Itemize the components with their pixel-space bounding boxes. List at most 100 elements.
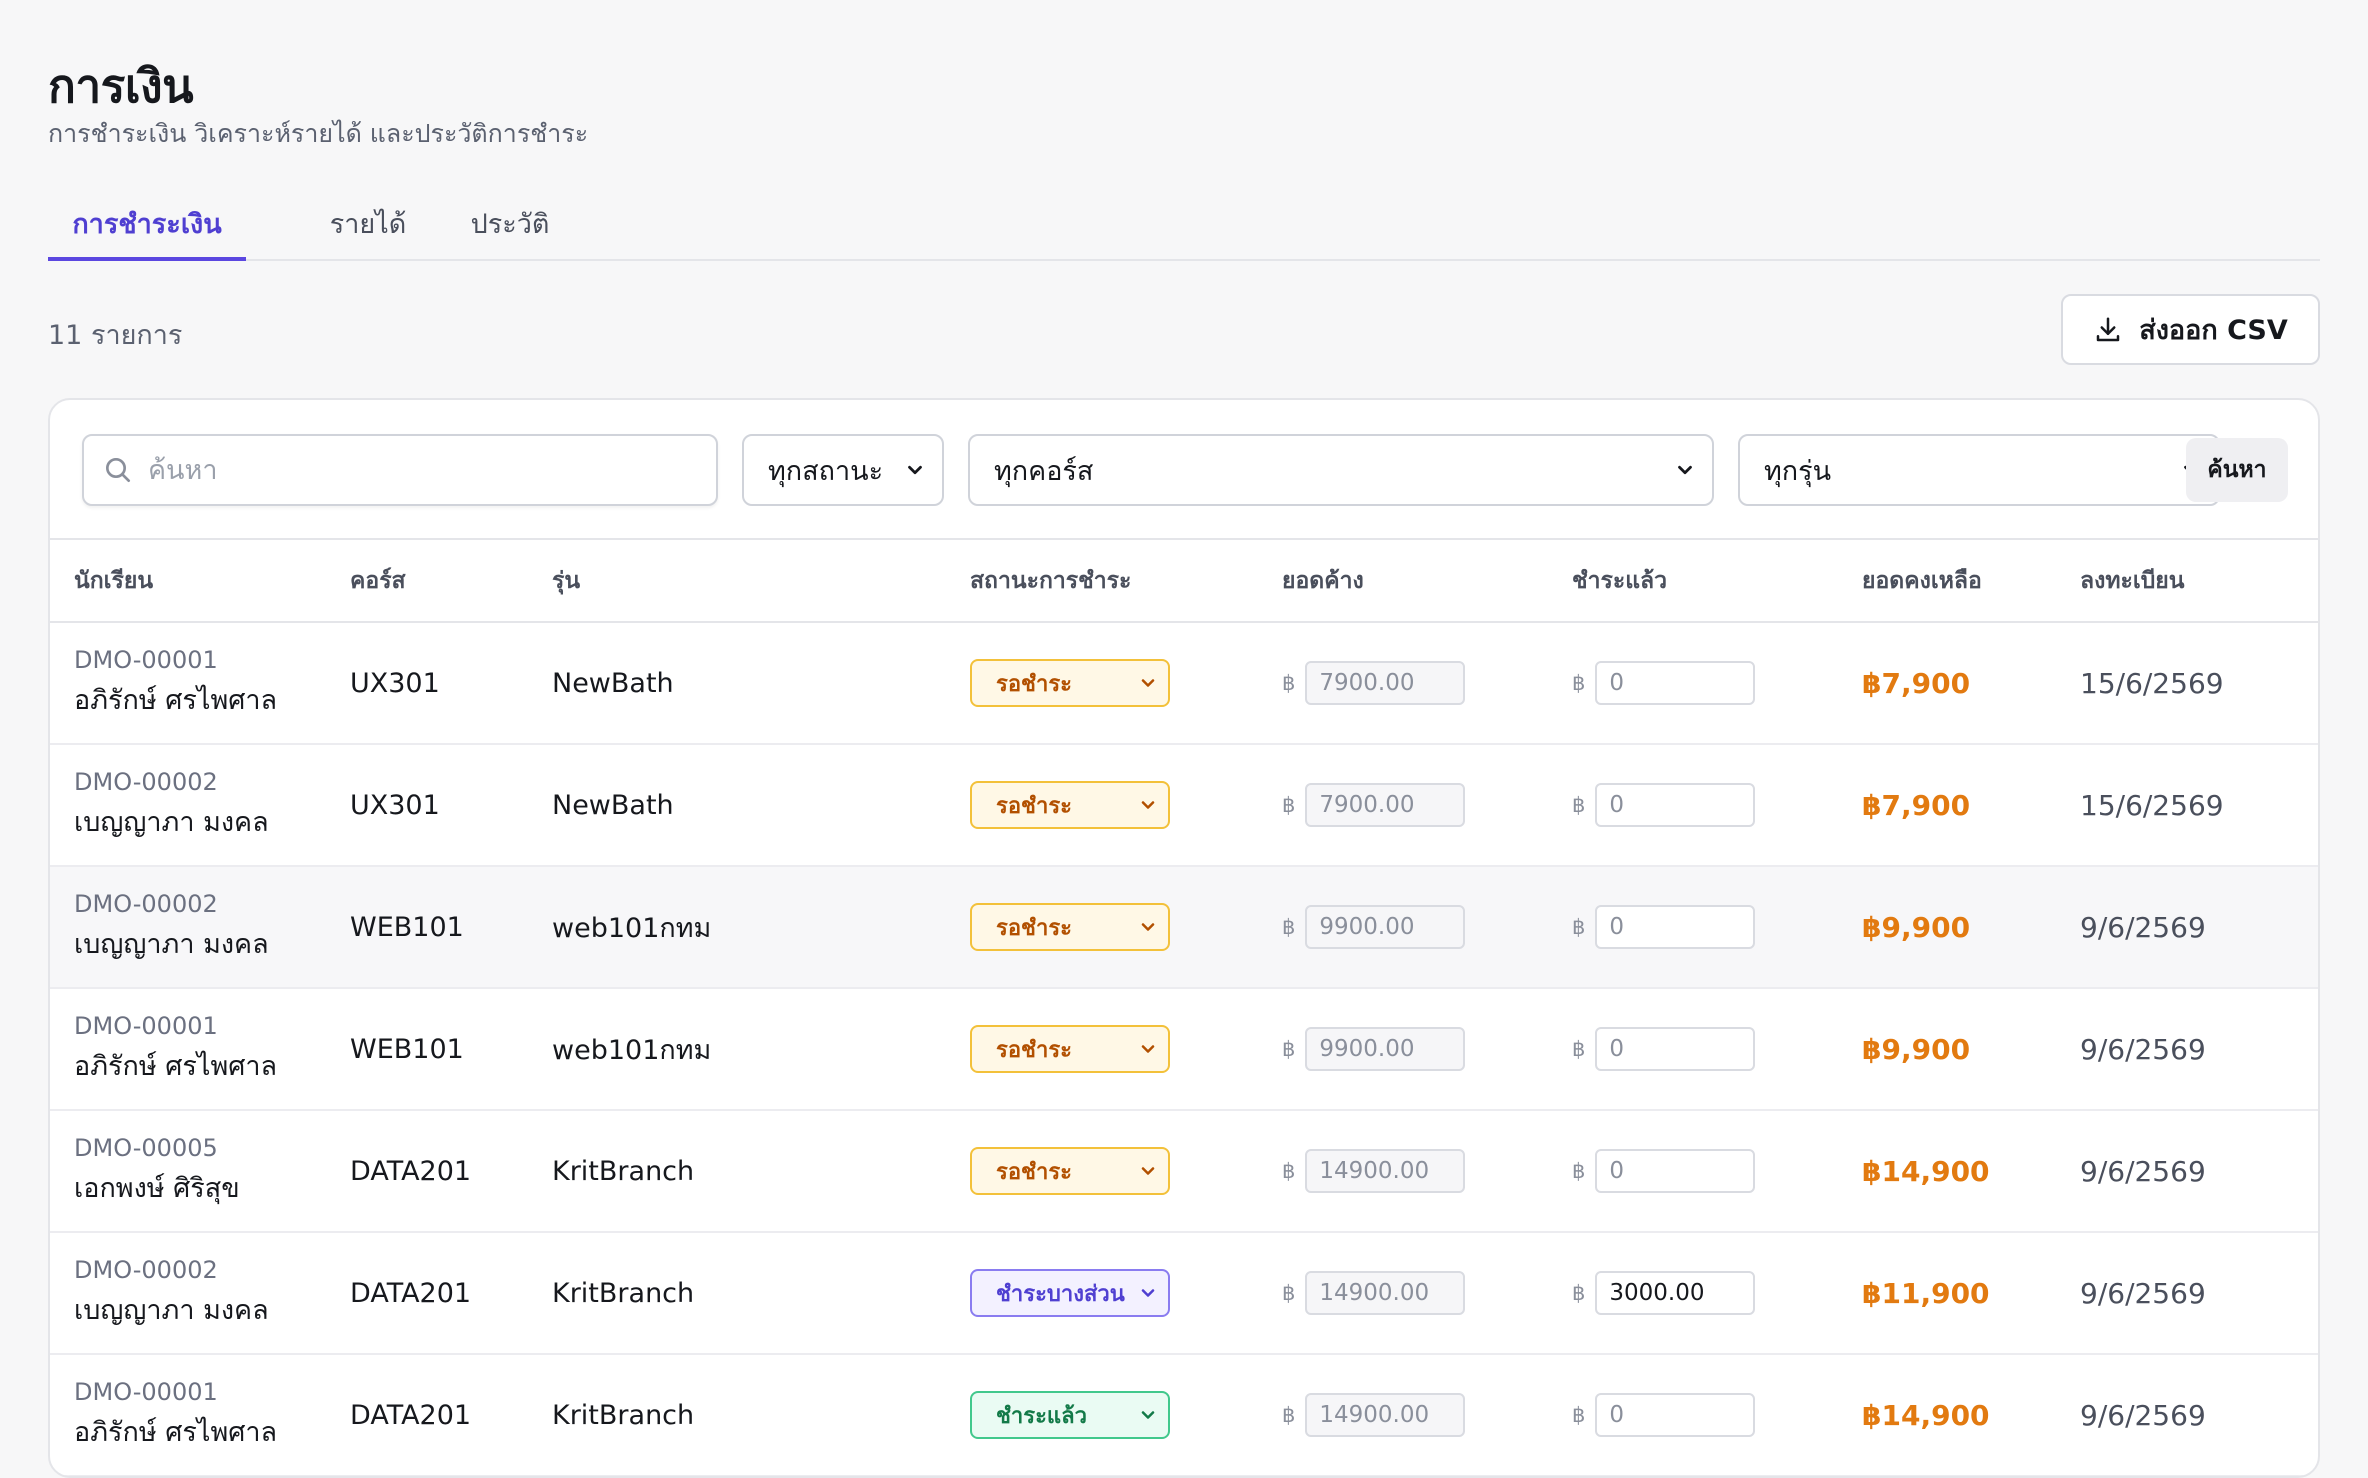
due-cell: ฿ 9900.00 bbox=[1282, 988, 1572, 1110]
student-cell: DMO-00001 อภิรักษ์ ศรไพศาล bbox=[50, 622, 350, 744]
chevron-down-icon bbox=[1141, 1045, 1155, 1053]
due-amount-field[interactable]: 14900.00 bbox=[1305, 1149, 1466, 1193]
export-csv-label: ส่งออก CSV bbox=[2139, 315, 2288, 346]
tab-history[interactable]: ประวัติ bbox=[420, 186, 600, 261]
due-amount-field[interactable]: 9900.00 bbox=[1305, 1027, 1466, 1071]
export-csv-button[interactable]: ส่งออก CSV bbox=[2061, 294, 2320, 365]
table-row[interactable]: DMO-00001 อภิรักษ์ ศรไพศาล WEB101 web101กทม… bbox=[50, 988, 2318, 1110]
remaining-amount: ฿14,900 bbox=[1862, 1398, 1990, 1432]
paid-amount-input[interactable]: 0 bbox=[1595, 1027, 1756, 1071]
chevron-down-icon bbox=[1141, 1411, 1155, 1419]
col-header-batch[interactable]: รุ่น bbox=[552, 540, 970, 623]
record-count: 11 รายการ bbox=[48, 320, 183, 351]
course-cell: DATA201 bbox=[350, 1277, 472, 1309]
registered-date: 15/6/2569 bbox=[2080, 788, 2224, 822]
batch-filter-select[interactable]: ทุกรุ่น bbox=[1738, 434, 2220, 506]
student-id: DMO-00002 bbox=[74, 889, 218, 918]
search-box[interactable] bbox=[82, 434, 718, 506]
student-id: DMO-00002 bbox=[74, 767, 218, 796]
registered-date: 9/6/2569 bbox=[2080, 1398, 2206, 1432]
col-header-registered[interactable]: ลงทะเบียน bbox=[2080, 540, 2318, 623]
course-cell: DATA201 bbox=[350, 1399, 472, 1431]
due-amount-field[interactable]: 14900.00 bbox=[1305, 1271, 1466, 1315]
course-cell: UX301 bbox=[350, 667, 440, 699]
due-amount-field[interactable]: 7900.00 bbox=[1305, 661, 1466, 705]
student-cell: DMO-00002 เบญญาภา มงคล bbox=[50, 1232, 350, 1354]
payment-status-select[interactable]: รอชำระ bbox=[970, 903, 1170, 951]
col-header-student[interactable]: นักเรียน bbox=[50, 540, 350, 623]
student-id: DMO-00005 bbox=[74, 1133, 218, 1162]
due-cell: ฿ 14900.00 bbox=[1282, 1232, 1572, 1354]
baht-symbol: ฿ bbox=[1282, 1403, 1296, 1427]
paid-amount-input[interactable]: 0 bbox=[1595, 1149, 1756, 1193]
baht-symbol: ฿ bbox=[1282, 1159, 1296, 1183]
student-id: DMO-00001 bbox=[74, 1011, 218, 1040]
student-cell: DMO-00001 อภิรักษ์ ศรไพศาล bbox=[50, 1354, 350, 1476]
student-cell: DMO-00001 อภิรักษ์ ศรไพศาล bbox=[50, 988, 350, 1110]
payment-status-select[interactable]: รอชำระ bbox=[970, 781, 1170, 829]
due-amount-field[interactable]: 9900.00 bbox=[1305, 905, 1466, 949]
col-header-status[interactable]: สถานะการชำระ bbox=[970, 540, 1282, 623]
batch-cell: KritBranch bbox=[552, 1155, 695, 1187]
paid-amount-input[interactable]: 0 bbox=[1595, 1393, 1756, 1437]
table-row[interactable]: DMO-00002 เบญญาภา มงคล WEB101 web101กทม รอชำ… bbox=[50, 866, 2318, 988]
student-cell: DMO-00005 เอกพงษ์ ศิริสุข bbox=[50, 1110, 350, 1232]
search-icon bbox=[106, 458, 130, 482]
batch-cell: KritBranch bbox=[552, 1277, 695, 1309]
batch-cell: NewBath bbox=[552, 667, 674, 699]
col-header-due[interactable]: ยอดค้าง bbox=[1282, 540, 1572, 623]
batch-filter-value: ทุกรุ่น bbox=[1764, 455, 1832, 487]
payments-card: ทุกสถานะ ทุกคอร์ส ทุกรุ่น ค้นหา นักเรียน… bbox=[48, 398, 2320, 1478]
payment-status-value: รอชำระ bbox=[996, 671, 1072, 697]
payment-status-select[interactable]: รอชำระ bbox=[970, 1025, 1170, 1073]
due-amount-field[interactable]: 7900.00 bbox=[1305, 783, 1466, 827]
col-header-remaining[interactable]: ยอดคงเหลือ bbox=[1862, 540, 2080, 623]
download-icon bbox=[2097, 317, 2120, 341]
batch-cell: web101กทม bbox=[552, 1034, 712, 1066]
table-row[interactable]: DMO-00002 เบญญาภา มงคล DATA201 KritBranch ชำ… bbox=[50, 1232, 2318, 1354]
paid-amount-input[interactable]: 0 bbox=[1595, 783, 1756, 827]
paid-amount-input[interactable]: 0 bbox=[1595, 905, 1756, 949]
paid-amount-input[interactable]: 3000.00 bbox=[1595, 1271, 1756, 1315]
status-cell: ชำระบางส่วน bbox=[970, 1232, 1282, 1354]
col-header-course[interactable]: คอร์ส bbox=[350, 540, 552, 623]
paid-amount-input[interactable]: 0 bbox=[1595, 661, 1756, 705]
table-row[interactable]: DMO-00001 อภิรักษ์ ศรไพศาล UX301 NewBath รอช… bbox=[50, 622, 2318, 744]
due-cell: ฿ 9900.00 bbox=[1282, 866, 1572, 988]
chevron-down-icon bbox=[1141, 679, 1155, 687]
tab-payments[interactable]: การชำระเงิน bbox=[48, 186, 246, 261]
search-input[interactable] bbox=[148, 454, 688, 486]
baht-symbol: ฿ bbox=[1572, 915, 1586, 939]
student-cell: DMO-00002 เบญญาภา มงคล bbox=[50, 744, 350, 866]
table-row[interactable]: DMO-00001 อภิรักษ์ ศรไพศาล DATA201 KritBran… bbox=[50, 1354, 2318, 1476]
remaining-amount: ฿9,900 bbox=[1862, 1032, 1971, 1066]
chevron-down-icon bbox=[908, 465, 922, 475]
search-button[interactable]: ค้นหา bbox=[2186, 438, 2288, 502]
student-id: DMO-00001 bbox=[74, 1377, 218, 1406]
paid-cell: ฿ 0 bbox=[1572, 1354, 1862, 1476]
due-amount-field[interactable]: 14900.00 bbox=[1305, 1393, 1466, 1437]
due-cell: ฿ 7900.00 bbox=[1282, 744, 1572, 866]
student-name: เบญญาภา มงคล bbox=[74, 806, 269, 838]
payment-status-select[interactable]: รอชำระ bbox=[970, 1147, 1170, 1195]
col-header-paid[interactable]: ชำระแล้ว bbox=[1572, 540, 1862, 623]
payment-status-select[interactable]: รอชำระ bbox=[970, 659, 1170, 707]
baht-symbol: ฿ bbox=[1572, 1281, 1586, 1305]
registered-date: 9/6/2569 bbox=[2080, 1032, 2206, 1066]
baht-symbol: ฿ bbox=[1282, 1037, 1296, 1061]
status-cell: รอชำระ bbox=[970, 744, 1282, 866]
payment-status-select[interactable]: ชำระแล้ว bbox=[970, 1391, 1170, 1439]
paid-cell: ฿ 0 bbox=[1572, 622, 1862, 744]
student-cell: DMO-00002 เบญญาภา มงคล bbox=[50, 866, 350, 988]
paid-cell: ฿ 0 bbox=[1572, 866, 1862, 988]
course-filter-select[interactable]: ทุกคอร์ส bbox=[968, 434, 1714, 506]
chevron-down-icon bbox=[1141, 1289, 1155, 1297]
table-row[interactable]: DMO-00005 เอกพงษ์ ศิริสุข DATA201 KritBranc… bbox=[50, 1110, 2318, 1232]
table-row[interactable]: DMO-00002 เบญญาภา มงคล UX301 NewBath รอชำระ ฿… bbox=[50, 744, 2318, 866]
paid-cell: ฿ 3000.00 bbox=[1572, 1232, 1862, 1354]
table-header-row: นักเรียน คอร์ส รุ่น สถานะการชำระ ยอดค้าง… bbox=[50, 540, 2318, 623]
page-title: การเงิน bbox=[48, 59, 194, 113]
status-filter-select[interactable]: ทุกสถานะ bbox=[742, 434, 944, 506]
payment-status-select[interactable]: ชำระบางส่วน bbox=[970, 1269, 1170, 1317]
course-cell: WEB101 bbox=[350, 911, 464, 943]
